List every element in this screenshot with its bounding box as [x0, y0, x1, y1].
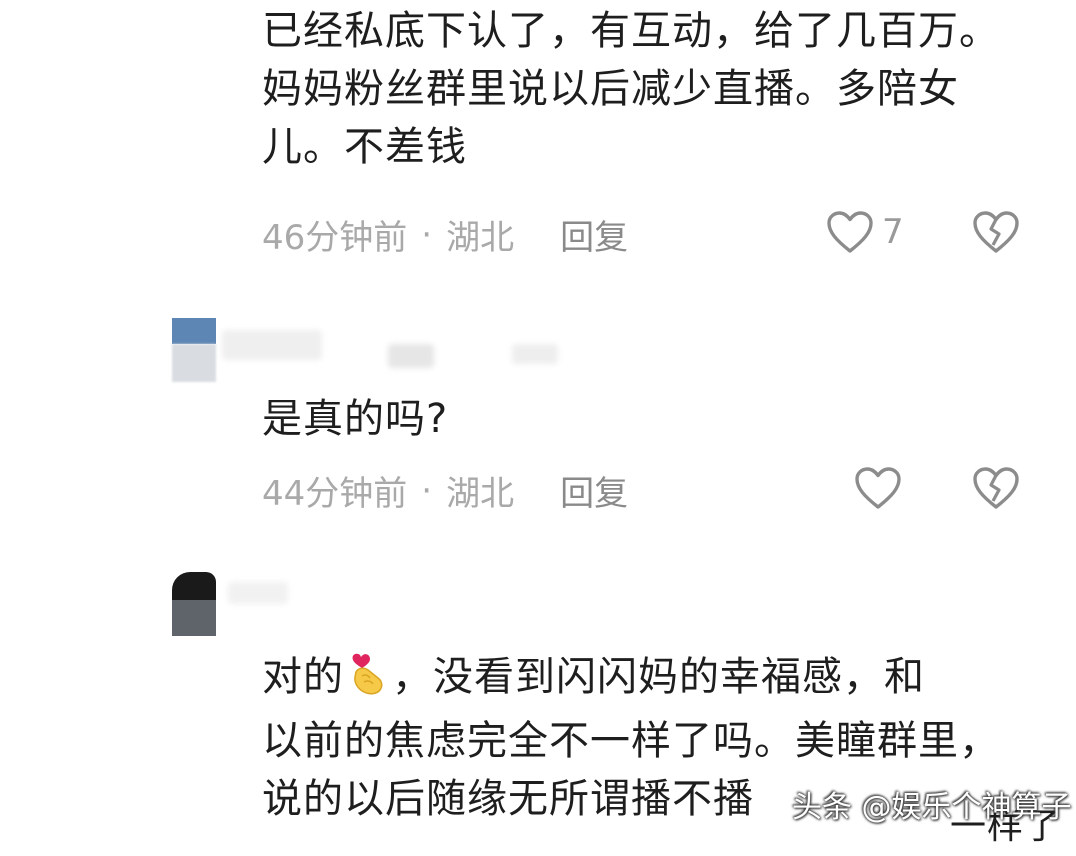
username-redacted: [512, 344, 558, 364]
comment-line: 对的 ，没看到闪闪妈的幸福感，和: [262, 648, 1000, 712]
avatar[interactable]: [172, 572, 216, 636]
comment-line: 以前的焦虑完全不一样了吗。美瞳群里，: [262, 718, 1000, 764]
separator-dot: ·: [421, 470, 433, 511]
heart-outline-icon: [854, 466, 902, 510]
broken-heart-icon: [972, 210, 1020, 254]
broken-heart-icon: [972, 466, 1020, 510]
comment-line: 是真的吗?: [262, 396, 449, 442]
reply-button[interactable]: 回复: [560, 210, 628, 259]
comment-time: 44分钟前: [262, 474, 408, 514]
avatar[interactable]: [172, 318, 216, 382]
username-redacted: [228, 582, 288, 604]
separator-dot: ·: [421, 214, 433, 255]
like-count: 7: [882, 212, 904, 252]
reply-button[interactable]: 回复: [560, 466, 628, 515]
comment-line: 妈妈粉丝群里说以后减少直播。多陪女: [262, 66, 959, 112]
finger-heart-emoji-icon: [348, 652, 388, 712]
dislike-button[interactable]: [972, 210, 1020, 254]
comment-time: 46分钟前: [262, 218, 408, 258]
comment-location: 湖北: [446, 218, 515, 258]
username-redacted: [222, 330, 322, 360]
comment-1-text: 已经私底下认了，有互动，给了几百万。 妈妈粉丝群里说以后减少直播。多陪女 儿。不…: [262, 2, 1000, 176]
watermark: 头条 @娱乐个神算子: [792, 790, 1072, 825]
heart-outline-icon: [826, 210, 874, 254]
like-button[interactable]: 7: [826, 210, 904, 254]
like-button[interactable]: [854, 466, 902, 510]
username-redacted: [388, 344, 434, 368]
comment-1-meta: 46分钟前 · 湖北 回复: [262, 210, 628, 259]
comment-line: 已经私底下认了，有互动，给了几百万。: [262, 8, 1000, 54]
comment-location: 湖北: [446, 474, 515, 514]
dislike-button[interactable]: [972, 466, 1020, 510]
comment-2-meta: 44分钟前 · 湖北 回复: [262, 466, 628, 515]
comment-line: 儿。不差钱: [262, 124, 467, 170]
comment-2-text: 是真的吗?: [262, 390, 448, 448]
